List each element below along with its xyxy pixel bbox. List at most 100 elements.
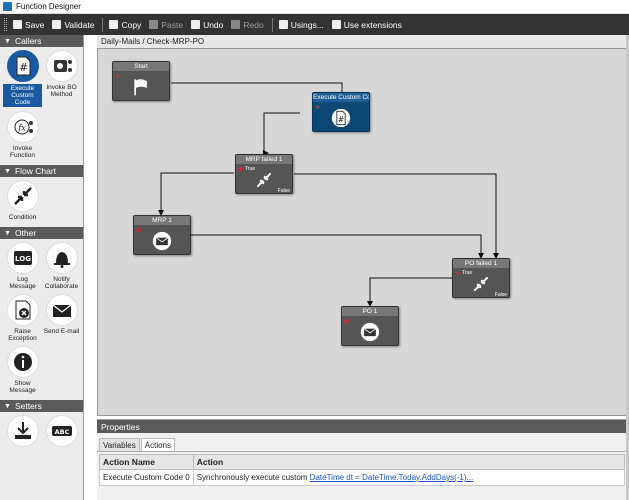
- add-icon[interactable]: +: [455, 269, 460, 278]
- add-icon[interactable]: +: [344, 317, 349, 326]
- exception-icon: [6, 294, 39, 326]
- tool-condition[interactable]: Condition: [3, 180, 42, 221]
- properties-tabs: Variables Actions: [97, 438, 629, 452]
- tool-execute-custom-code[interactable]: # Execute Custom Code: [3, 50, 42, 107]
- properties-panel: Properties Variables Actions Action Name…: [97, 419, 629, 500]
- function-icon: fx: [6, 111, 39, 143]
- toolbar-separator: [271, 17, 273, 32]
- tool-raise-exception[interactable]: Raise Exception: [3, 294, 42, 342]
- action-name-cell: Execute Custom Code 0: [99, 469, 194, 486]
- checkbox-icon: [52, 20, 62, 29]
- download-icon: [6, 415, 39, 447]
- chevron-down-icon: ▼: [4, 402, 11, 410]
- node-mrp-failed[interactable]: MRP failed 1 + True False: [235, 154, 293, 194]
- log-icon: LOG: [6, 242, 39, 274]
- section-header-setters[interactable]: ▼ Setters: [0, 400, 83, 412]
- title-bar: Function Designer: [0, 0, 629, 14]
- copy-button[interactable]: Copy: [109, 14, 141, 35]
- flag-icon: [134, 78, 147, 95]
- column-header-action[interactable]: Action: [192, 454, 626, 470]
- edge-mrpfailed-pofailed: [294, 173, 499, 259]
- section-header-callers[interactable]: ▼ Callers: [0, 35, 83, 47]
- tool-send-email[interactable]: Send E-mail: [42, 294, 81, 342]
- node-start[interactable]: Start +: [112, 61, 170, 101]
- extensions-icon: [331, 20, 341, 29]
- chevron-down-icon: ▼: [4, 229, 11, 237]
- tab-actions[interactable]: Actions: [140, 438, 175, 451]
- tab-variables[interactable]: Variables: [99, 438, 140, 451]
- function-designer-window: Function Designer Save Validate Copy Pas…: [0, 0, 629, 500]
- copy-icon: [109, 20, 119, 29]
- tool-invoke-function[interactable]: fx Invoke Function: [3, 111, 42, 159]
- use-extensions-button[interactable]: Use extensions: [331, 14, 402, 35]
- svg-text:#: #: [338, 115, 344, 124]
- abc-icon: ABC: [45, 415, 78, 447]
- column-header-action-name[interactable]: Action Name: [99, 454, 194, 470]
- paste-icon: [149, 20, 159, 29]
- flow-canvas[interactable]: Start + Execute Custom Co + # MRP failed…: [97, 48, 629, 416]
- undo-button[interactable]: Undo: [191, 14, 223, 35]
- envelope-icon: [360, 322, 380, 341]
- other-tools: LOG Log Message Notify Collaborate Raise…: [0, 239, 83, 400]
- usings-button[interactable]: Usings...: [278, 14, 324, 35]
- properties-title: Properties: [97, 420, 629, 433]
- toolbar-grip[interactable]: [4, 18, 7, 31]
- condition-icon: [256, 172, 272, 187]
- node-execute-custom-code[interactable]: Execute Custom Co + #: [312, 92, 370, 132]
- breadcrumb: Daily-Mails / Check-MRP-PO: [97, 35, 629, 48]
- add-icon[interactable]: +: [136, 226, 141, 235]
- tool-setter-text[interactable]: ABC: [42, 415, 81, 447]
- tool-setter-download[interactable]: [3, 415, 42, 447]
- condition-icon: [473, 276, 489, 291]
- envelope-icon: [152, 231, 172, 250]
- setters-tools: ABC: [0, 412, 83, 453]
- app-icon: [3, 2, 12, 11]
- svg-text:ABC: ABC: [54, 428, 69, 436]
- validate-button[interactable]: Validate: [52, 14, 94, 35]
- section-header-other[interactable]: ▼ Other: [0, 227, 83, 239]
- table-row[interactable]: Execute Custom Code 0 Synchronously exec…: [99, 469, 626, 486]
- redo-button[interactable]: Redo: [231, 14, 264, 35]
- edge-mrpfailed-mrp: [158, 172, 234, 216]
- hash-document-icon: #: [6, 50, 39, 82]
- node-po-failed[interactable]: PO failed 1 + True False: [452, 258, 510, 298]
- save-icon: [13, 20, 22, 29]
- undo-icon: [191, 20, 201, 29]
- bo-method-icon: [45, 50, 78, 82]
- chevron-down-icon: ▼: [4, 37, 11, 45]
- action-cell: Synchronously execute custom DateTime dt…: [192, 469, 626, 486]
- code-link[interactable]: DateTime dt = DateTime.Today.AddDays(-1)…: [310, 473, 474, 482]
- envelope-icon: [45, 294, 78, 326]
- save-button[interactable]: Save: [13, 14, 44, 35]
- redo-icon: [231, 20, 241, 29]
- info-icon: [6, 346, 39, 378]
- section-header-flow-chart[interactable]: ▼ Flow Chart: [0, 165, 83, 177]
- toolbox-sidebar: ▼ Callers # Execute Custom Code Invoke BO…: [0, 35, 84, 500]
- tool-notify-collaborate[interactable]: Notify Collaborate: [42, 242, 81, 290]
- hash-document-icon: #: [331, 108, 351, 127]
- condition-icon: [6, 180, 39, 212]
- add-icon[interactable]: +: [315, 103, 320, 112]
- chevron-down-icon: ▼: [4, 167, 11, 175]
- designer-panel: Daily-Mails / Check-MRP-PO Start + Execu…: [97, 35, 629, 416]
- bell-icon: [45, 242, 78, 274]
- svg-text:fx: fx: [17, 124, 26, 133]
- window-title: Function Designer: [16, 2, 81, 11]
- callers-tools: # Execute Custom Code Invoke BO Method f…: [0, 47, 83, 165]
- flow-chart-tools: Condition: [0, 177, 83, 227]
- toolbar-separator: [102, 17, 104, 32]
- tool-show-message[interactable]: Show Message: [3, 346, 42, 394]
- add-icon[interactable]: +: [238, 165, 243, 174]
- node-po[interactable]: PO 1 +: [341, 306, 399, 346]
- edge-mrp-pofailed: [190, 234, 484, 259]
- edge-exec-mrpfailed: [263, 112, 300, 156]
- paste-button[interactable]: Paste: [149, 14, 183, 35]
- usings-icon: [278, 20, 288, 29]
- tool-invoke-bo-method[interactable]: Invoke BO Method: [42, 50, 81, 107]
- tool-log-message[interactable]: LOG Log Message: [3, 242, 42, 290]
- toolbar: Save Validate Copy Paste Undo Redo Using…: [0, 14, 629, 35]
- add-icon[interactable]: +: [115, 72, 120, 81]
- node-mrp[interactable]: MRP 1 +: [133, 215, 191, 255]
- svg-text:#: #: [18, 61, 27, 74]
- actions-table: Action Name Action Execute Custom Code 0…: [99, 454, 626, 486]
